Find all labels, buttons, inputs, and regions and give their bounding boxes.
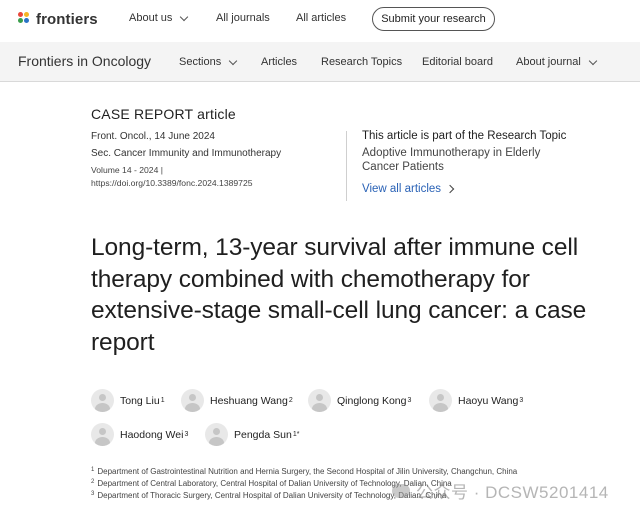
research-topic-title[interactable]: Adoptive Immunotherapy in Elderly Cancer… (362, 146, 572, 174)
chevron-down-icon (228, 56, 238, 65)
watermark: 公众号 · DCSW5201414 (392, 478, 609, 503)
frontiers-logo-icon (18, 12, 32, 26)
view-all-articles-link[interactable]: View all articles (362, 183, 455, 195)
affiliation-number: 3 (91, 491, 95, 497)
view-all-articles-label: View all articles (362, 183, 442, 195)
watermark-text: 公众号 · DCSW5201414 (416, 483, 609, 502)
nav-all-articles[interactable]: All articles (296, 12, 346, 24)
journal-name[interactable]: Frontiers in Oncology (18, 53, 151, 69)
frontiers-logo[interactable]: frontiers (18, 9, 98, 29)
top-navigation: frontiers About us All journals All arti… (0, 0, 640, 40)
author-affiliation-sup: 3 (407, 397, 412, 404)
nav-sections-label: Sections (179, 56, 222, 68)
doi-link[interactable]: https://doi.org/10.3389/fonc.2024.138972… (91, 178, 253, 188)
chevron-right-icon (445, 184, 455, 194)
wechat-icon (392, 483, 410, 498)
nav-all-journals[interactable]: All journals (216, 12, 270, 24)
affiliation-number: 1 (91, 467, 95, 473)
nav-about-journal-label: About journal (516, 56, 581, 68)
author-name: Haodong Wei (120, 428, 184, 441)
article-type: CASE REPORT article (91, 106, 236, 122)
article-section[interactable]: Sec. Cancer Immunity and Immunotherapy (91, 148, 281, 159)
affiliation-text: Department of Gastrointestinal Nutrition… (97, 467, 518, 476)
avatar (205, 423, 228, 446)
author-tong-liu[interactable]: Tong Liu 1 (91, 389, 165, 412)
avatar (308, 389, 331, 412)
author-haoyu-wang[interactable]: Haoyu Wang 3 (429, 389, 523, 412)
author-name: Pengda Sun (234, 428, 292, 441)
author-affiliation-sup: 2 (288, 397, 293, 404)
affiliation-number: 2 (91, 479, 95, 485)
author-affiliation-sup: 3 (184, 431, 189, 438)
logo-text: frontiers (36, 10, 98, 28)
author-haodong-wei[interactable]: Haodong Wei 3 (91, 423, 188, 446)
nav-articles[interactable]: Articles (261, 56, 297, 68)
nav-research-topics[interactable]: Research Topics (321, 56, 402, 68)
nav-about-us[interactable]: About us (129, 12, 189, 24)
avatar (91, 423, 114, 446)
author-name: Tong Liu (120, 394, 160, 407)
avatar (181, 389, 204, 412)
chevron-down-icon (588, 56, 598, 65)
author-heshuang-wang[interactable]: Heshuang Wang 2 (181, 389, 293, 412)
avatar (91, 389, 114, 412)
author-affiliation-sup: 1 (160, 397, 165, 404)
nav-editorial-board[interactable]: Editorial board (422, 56, 493, 68)
divider (346, 131, 347, 201)
article-title: Long-term, 13-year survival after immune… (91, 234, 587, 356)
nav-about-journal[interactable]: About journal (516, 56, 598, 68)
nav-sections[interactable]: Sections (179, 56, 238, 68)
author-qinglong-kong[interactable]: Qinglong Kong 3 (308, 389, 411, 412)
avatar (429, 389, 452, 412)
affiliation-1: 1 Department of Gastrointestinal Nutritio… (91, 467, 517, 476)
nav-about-us-label: About us (129, 12, 173, 24)
author-affiliation-sup: 1* (292, 431, 300, 438)
author-name: Qinglong Kong (337, 394, 407, 407)
volume: Volume 14 - 2024 | (91, 165, 163, 175)
author-affiliation-sup: 3 (519, 397, 524, 404)
journal-date: Front. Oncol., 14 June 2024 (91, 131, 215, 142)
research-topic-label: This article is part of the Research Top… (362, 130, 567, 142)
chevron-down-icon (180, 12, 189, 21)
journal-navigation: Frontiers in Oncology Sections Articles … (0, 42, 640, 82)
author-name: Heshuang Wang (210, 394, 288, 407)
author-pengda-sun[interactable]: Pengda Sun 1* (205, 423, 299, 446)
author-name: Haoyu Wang (458, 394, 519, 407)
submit-research-button[interactable]: Submit your research (372, 7, 495, 31)
